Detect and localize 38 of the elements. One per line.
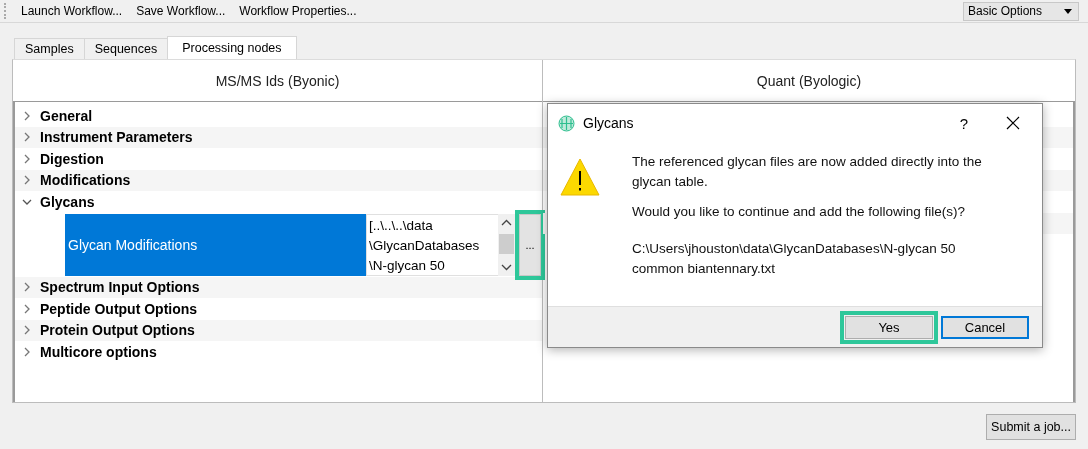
- chevron-right-icon[interactable]: [22, 110, 32, 121]
- globe-icon: [558, 114, 575, 132]
- tree-item[interactable]: Glycans: [40, 193, 95, 210]
- submit-button[interactable]: Submit a job...: [986, 414, 1076, 440]
- chevron-right-icon[interactable]: [22, 282, 32, 293]
- tree-item[interactable]: Multicore options: [40, 343, 157, 360]
- tree-item[interactable]: Instrument Parameters: [40, 129, 193, 146]
- help-button[interactable]: ?: [952, 114, 976, 132]
- tree-item[interactable]: General: [40, 107, 93, 124]
- close-icon: [1006, 116, 1020, 130]
- tab[interactable]: Processing nodes: [167, 36, 297, 59]
- column-title: Quant (Byologic): [756, 72, 862, 89]
- tab[interactable]: Sequences: [83, 38, 169, 59]
- message-text: The referenced glycan files are now added directly into the glycan table.: [632, 153, 983, 191]
- file-path-text: C:\Users\jhouston\data\GlycanDatabases\N-glycan 50 common biantennary.txt: [632, 240, 957, 278]
- chevron-right-icon[interactable]: [22, 303, 32, 314]
- toolbar-button[interactable]: Launch Workflow...: [16, 2, 128, 20]
- toolbar-button[interactable]: Save Workflow...: [131, 2, 231, 20]
- chevron-right-icon[interactable]: [22, 153, 32, 164]
- tab[interactable]: Samples: [14, 38, 85, 59]
- toolbar-button[interactable]: Workflow Properties...: [234, 2, 362, 20]
- tree-item[interactable]: Peptide Output Options: [40, 300, 198, 317]
- property-name[interactable]: Glycan Modifications: [65, 213, 366, 276]
- tree-item[interactable]: Spectrum Input Options: [40, 279, 200, 296]
- question-text: Would you like to continue and add the following file(s)?: [632, 203, 966, 221]
- tree-item[interactable]: Digestion: [40, 150, 104, 167]
- caret-icon: [1064, 8, 1072, 14]
- warning-icon: [560, 158, 600, 196]
- chevron-right-icon[interactable]: [22, 325, 32, 336]
- dialog-title: Glycans: [583, 115, 634, 131]
- chevron-right-icon[interactable]: [22, 175, 32, 186]
- options-dropdown[interactable]: Basic Options: [963, 1, 1079, 21]
- chevron-right-icon[interactable]: [22, 346, 32, 357]
- chevron-right-icon[interactable]: [22, 132, 32, 143]
- tree-item[interactable]: Protein Output Options: [40, 322, 195, 339]
- column-title: MS/MS Ids (Byonic): [215, 72, 340, 89]
- tree-item[interactable]: Modifications: [40, 172, 131, 189]
- dialog-button[interactable]: Cancel: [941, 315, 1029, 339]
